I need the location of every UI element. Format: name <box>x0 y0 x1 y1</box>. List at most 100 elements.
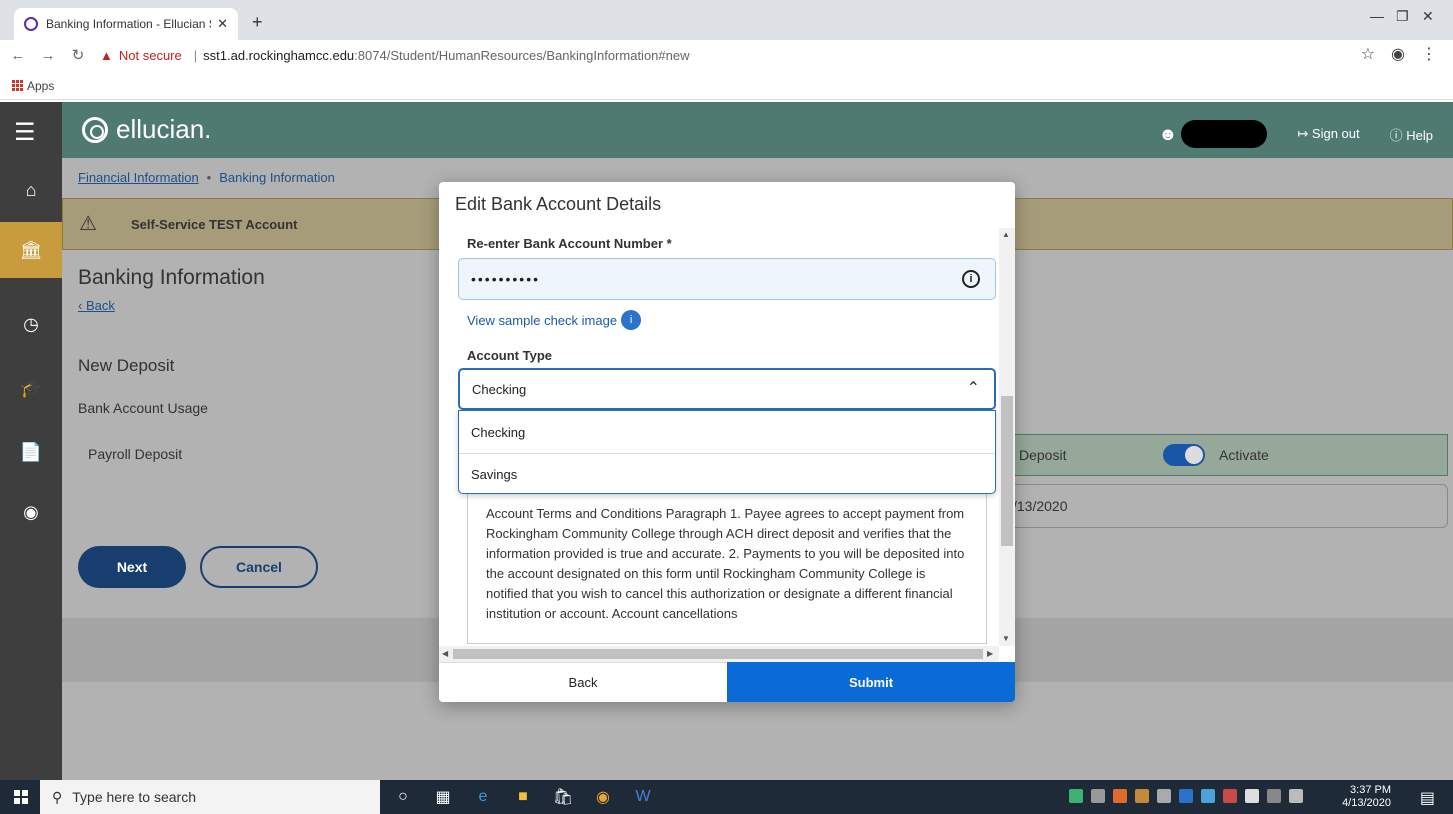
bookmarks-bar: Apps <box>0 72 1453 100</box>
clock[interactable]: 3:37 PM 4/13/2020 <box>1342 784 1391 810</box>
date-field[interactable]: /13/2020 <box>1002 484 1448 528</box>
modal-title: Edit Bank Account Details <box>455 194 662 214</box>
maximize-icon[interactable]: ❐ <box>1396 8 1409 25</box>
taskbar-search[interactable]: ⚲ Type here to search <box>40 780 380 814</box>
scroll-up-arrow-icon[interactable]: ▲ <box>1002 230 1010 239</box>
windows-start-icon[interactable] <box>14 790 28 804</box>
alert-text: Self-Service TEST Account <box>131 217 298 232</box>
tab-title: Banking Information - Ellucian St <box>46 17 212 31</box>
close-tab-icon[interactable]: ✕ <box>217 16 228 32</box>
sample-info-icon: i <box>621 310 642 330</box>
account-type-select[interactable]: Checking ⌃ <box>458 368 996 410</box>
minimize-icon[interactable]: — <box>1370 8 1384 24</box>
reenter-account-input[interactable] <box>458 258 996 300</box>
new-tab-button[interactable]: + <box>252 12 263 33</box>
word-icon[interactable]: W <box>632 786 654 808</box>
battery-icon[interactable] <box>1245 789 1259 803</box>
home-icon[interactable]: ⌂ <box>0 180 62 201</box>
account-type-option-checking[interactable]: Checking <box>459 411 995 453</box>
redacted-username <box>1181 120 1268 148</box>
bluetooth-icon[interactable] <box>1179 789 1193 803</box>
bookmark-apps[interactable]: Apps <box>27 79 54 93</box>
store-icon[interactable]: 🛍 <box>552 786 574 808</box>
chrome-icon[interactable]: ◉ <box>592 786 614 808</box>
user-icon: ☻ <box>1158 123 1178 144</box>
notification-icon[interactable]: ▤ <box>1420 788 1435 808</box>
breadcrumb: Financial Information • Banking Informatio… <box>78 170 335 185</box>
file-explorer-icon[interactable]: ■ <box>512 786 534 808</box>
info-icon[interactable]: i <box>962 270 980 288</box>
tray-app4-icon[interactable] <box>1157 789 1171 803</box>
scrollbar-thumb[interactable] <box>1001 396 1013 546</box>
tray-app2-icon[interactable] <box>1113 789 1127 803</box>
profile-icon[interactable]: ◉ <box>1391 44 1405 64</box>
warning-icon: ▲ <box>100 47 113 63</box>
time-money-icon[interactable]: ◷ <box>0 314 62 335</box>
next-button[interactable]: Next <box>78 546 186 588</box>
task-view-icon[interactable]: ▦ <box>432 786 454 808</box>
tray-security-icon[interactable] <box>1223 789 1237 803</box>
document-dollar-icon[interactable]: 📄 <box>0 442 62 463</box>
breadcrumb-separator: • <box>206 170 212 185</box>
menu-kebab-icon[interactable]: ⋮ <box>1421 44 1437 64</box>
apps-grid-icon <box>12 80 23 91</box>
browser-tab[interactable]: Banking Information - Ellucian St ✕ <box>14 8 238 40</box>
reload-icon[interactable]: ↻ <box>66 46 90 64</box>
modal-horizontal-scrollbar[interactable]: ◀ ▶ <box>439 646 999 662</box>
edge-icon[interactable]: e <box>472 786 494 808</box>
sign-out-link[interactable]: ↦ Sign out <box>1297 126 1359 142</box>
browser-navbar: ← → ↻ ▲ Not secure | sst1.ad.rockinghamc… <box>0 40 1453 70</box>
activate-label: Activate <box>1219 447 1269 463</box>
breadcrumb-banking-information[interactable]: Banking Information <box>219 170 335 185</box>
profile-circle-icon[interactable]: ◉ <box>0 502 62 523</box>
bookmark-star-icon[interactable]: ☆ <box>1361 44 1375 64</box>
logo-text: ellucian. <box>116 114 212 144</box>
address-separator: | <box>193 47 198 63</box>
deposit-row: Deposit Activate <box>1002 434 1448 476</box>
hscrollbar-thumb[interactable] <box>453 649 983 659</box>
cortana-icon[interactable]: ○ <box>392 786 414 808</box>
help-link[interactable]: ⓘ Help <box>1390 125 1433 144</box>
scroll-down-arrow-icon[interactable]: ▼ <box>1002 634 1010 643</box>
wifi-icon[interactable] <box>1267 789 1281 803</box>
search-icon: ⚲ <box>52 788 63 805</box>
scroll-right-arrow-icon[interactable]: ▶ <box>987 649 993 658</box>
system-tray-icons <box>1069 789 1303 803</box>
view-sample-check-link[interactable]: View sample check image i <box>467 310 642 330</box>
url-host: sst1.ad.rockinghamcc.edu <box>203 47 355 63</box>
breadcrumb-financial-information[interactable]: Financial Information <box>78 170 199 185</box>
user-menu[interactable]: ☻ <box>1158 120 1268 148</box>
usage-label: Bank Account Usage <box>78 400 208 416</box>
submit-button[interactable]: Submit <box>727 662 1015 702</box>
url-path: :8074/Student/HumanResources/BankingInfo… <box>354 47 690 63</box>
back-arrow-icon[interactable]: ← <box>6 47 30 64</box>
graduation-cap-icon[interactable]: 🎓 <box>0 378 62 399</box>
modal-back-button[interactable]: Back <box>439 662 727 702</box>
search-placeholder: Type here to search <box>72 789 197 805</box>
bank-icon[interactable]: 🏛 <box>0 222 62 278</box>
address-bar[interactable]: ▲ Not secure | sst1.ad.rockinghamcc.edu:… <box>100 48 690 63</box>
sample-link-label: View sample check image <box>467 312 618 328</box>
tray-app5-icon[interactable] <box>1201 789 1215 803</box>
back-link[interactable]: ‹ Back <box>78 298 115 313</box>
modal-vertical-scrollbar[interactable]: ▲ ▼ <box>999 228 1015 646</box>
tray-app-icon[interactable] <box>1069 789 1083 803</box>
clock-time: 3:37 PM <box>1350 784 1391 796</box>
reenter-account-label: Re-enter Bank Account Number * <box>467 236 672 251</box>
activate-toggle[interactable] <box>1163 444 1205 466</box>
windows-taskbar: ⚲ Type here to search ○ ▦ e ■ 🛍 ◉ W 3:37… <box>0 780 1453 814</box>
clock-date: 4/13/2020 <box>1342 797 1391 809</box>
ellucian-logo[interactable]: ellucian. <box>82 114 211 145</box>
tray-app3-icon[interactable] <box>1135 789 1149 803</box>
warning-triangle-icon: ⚠ <box>79 213 97 235</box>
terms-and-conditions: Account Terms and Conditions Paragraph 1… <box>467 494 987 644</box>
hamburger-menu-icon[interactable]: ☰ <box>14 118 36 147</box>
volume-icon[interactable] <box>1289 789 1303 803</box>
cancel-button[interactable]: Cancel <box>200 546 318 588</box>
tray-device-icon[interactable] <box>1091 789 1105 803</box>
account-type-option-savings[interactable]: Savings <box>459 453 995 495</box>
chevron-up-icon: ⌃ <box>966 380 980 397</box>
forward-arrow-icon[interactable]: → <box>36 47 60 64</box>
window-close-icon[interactable]: ✕ <box>1422 8 1434 25</box>
scroll-left-arrow-icon[interactable]: ◀ <box>442 649 448 658</box>
